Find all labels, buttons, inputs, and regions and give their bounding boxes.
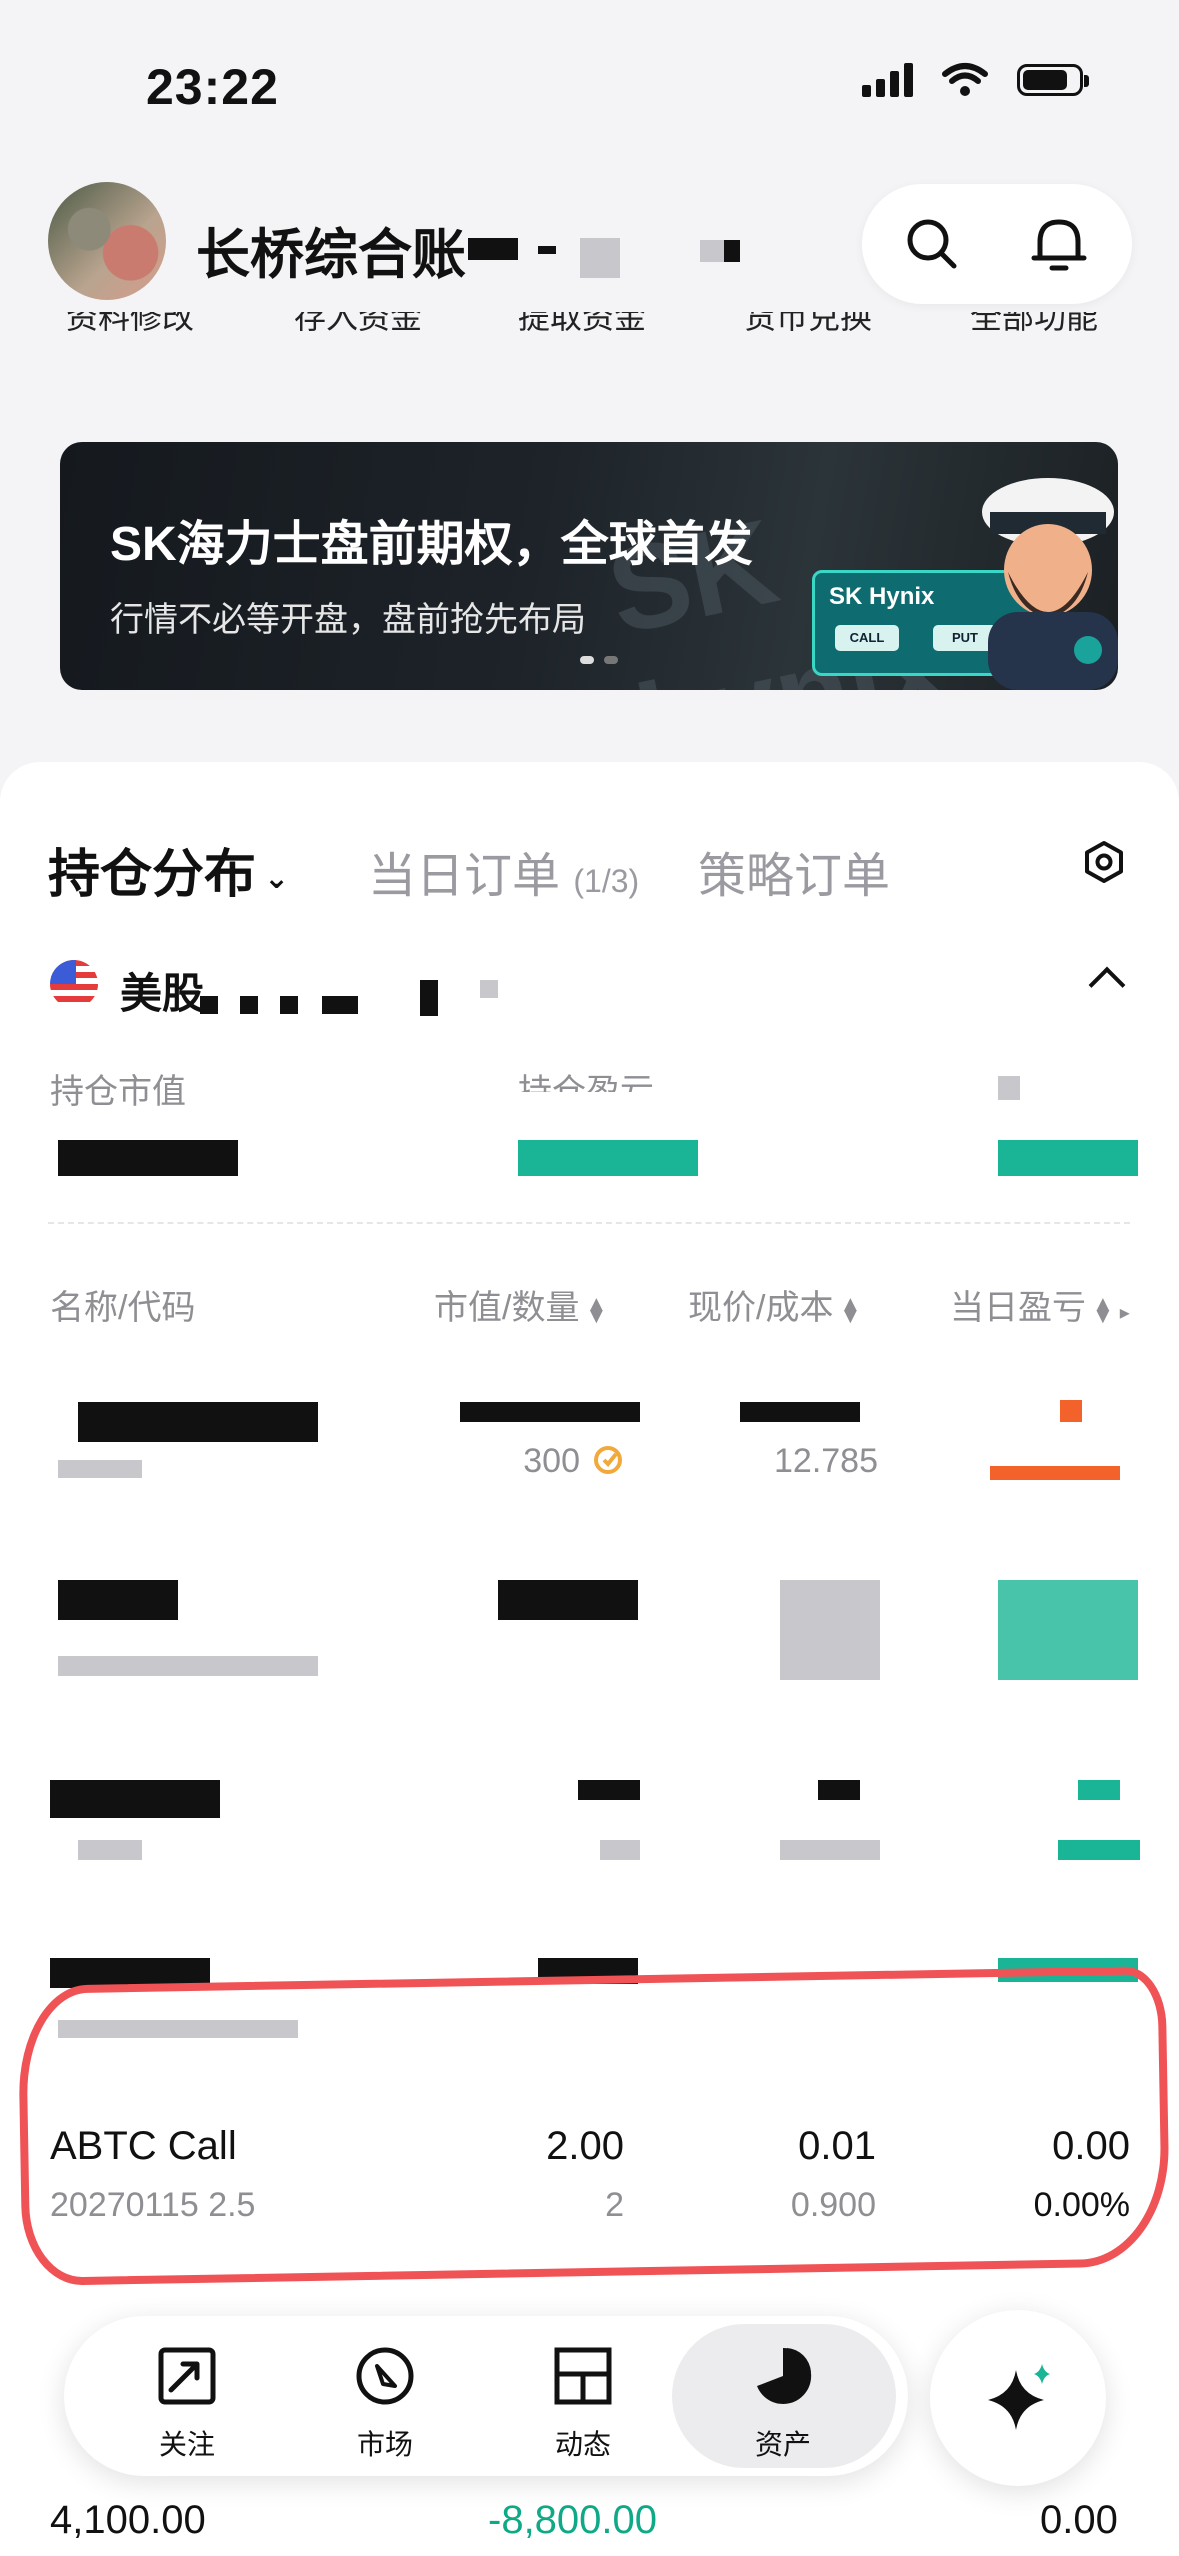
red-annotation-circle (17, 1966, 1171, 2286)
status-icons (862, 62, 1089, 98)
redacted-block (1058, 1840, 1140, 1860)
coin-badge-icon (594, 1446, 622, 1474)
redacted-block (58, 1580, 178, 1620)
sort-icon: ▲ ▼ (1092, 1291, 1114, 1329)
cellular-signal-icon (862, 63, 913, 97)
header-action-pill (862, 184, 1132, 304)
sort-icon: ▲ ▼ (839, 1291, 862, 1329)
redacted-block (58, 1140, 238, 1176)
wifi-icon (942, 63, 988, 96)
redacted-block (322, 996, 358, 1014)
market-label[interactable]: 美股 (120, 960, 204, 1021)
redacted-block (724, 240, 740, 262)
redacted-block (50, 1780, 220, 1818)
compass-icon (356, 2347, 414, 2405)
summary-pnl: -8,800.00 (488, 2498, 658, 2542)
redacted-block (240, 996, 258, 1014)
redacted-block (780, 1580, 880, 1680)
row-quantity: 300 (523, 1442, 580, 1480)
sparkle-icon (988, 2364, 1050, 2430)
redacted-block (538, 246, 556, 254)
col-price-cost[interactable]: 现价/成本 ▲ ▼ (688, 1280, 861, 1329)
redacted-block (78, 1840, 142, 1860)
redacted-block (1078, 1780, 1120, 1800)
redacted-block (468, 238, 518, 260)
trend-chart-icon (158, 2347, 216, 2405)
redacted-block (420, 980, 438, 1016)
shortcut-currency-exchange[interactable]: 货币兑换 (744, 312, 872, 346)
redacted-block (600, 1840, 640, 1860)
redacted-block (998, 1076, 1020, 1100)
nav-assets[interactable]: 资产 (708, 2346, 858, 2463)
nav-feed[interactable]: 动态 (508, 2346, 658, 2463)
redacted-block (818, 1780, 860, 1800)
shortcut-deposit[interactable]: 存入资金 (294, 312, 422, 346)
col-daily-pnl[interactable]: 当日盈亏 ▲ ▼ ▸ (950, 1280, 1130, 1329)
market-value-label: 持仓市值 (50, 1073, 186, 1111)
redacted-block (578, 1780, 640, 1800)
redacted-block (480, 980, 498, 998)
table-row[interactable] (0, 1760, 1179, 1870)
bell-icon[interactable] (1030, 214, 1088, 274)
status-time: 23:22 (146, 59, 279, 115)
summary-daily-pnl: 0.00 (1040, 2498, 1118, 2542)
redacted-block (998, 1580, 1138, 1680)
shortcut-all-features[interactable]: 全部功能 (970, 312, 1098, 346)
nav-watchlist[interactable]: 关注 (112, 2346, 262, 2463)
search-icon[interactable] (904, 216, 960, 272)
redacted-block (78, 1402, 318, 1442)
pnl-label: 持仓盈亏 (518, 1073, 654, 1092)
section-divider (48, 1222, 1130, 1224)
redacted-block (700, 240, 724, 262)
sort-icon: ▲ ▼ (585, 1291, 608, 1329)
shortcut-withdraw[interactable]: 提取资金 (518, 312, 646, 346)
user-avatar[interactable] (48, 182, 166, 300)
redacted-block (740, 1402, 860, 1422)
bottom-nav: 关注 市场 动态 资产 (64, 2316, 908, 2476)
banner-subtitle: 行情不必等开盘，盘前抢先布局 (110, 601, 586, 639)
shortcut-profile-edit[interactable]: 资料修改 (66, 312, 194, 346)
redacted-block (58, 1656, 318, 1676)
ai-assistant-button[interactable] (930, 2310, 1106, 2486)
row-cost: 12.785 (774, 1442, 878, 1480)
redacted-block (280, 996, 298, 1014)
chevron-down-icon: ⌄ (264, 861, 290, 895)
pie-chart-icon (757, 2347, 812, 2404)
mascot-illustration (982, 478, 1118, 690)
col-name-code: 名称/代码 (50, 1289, 196, 1327)
nav-market[interactable]: 市场 (310, 2346, 460, 2463)
battery-icon (1017, 64, 1089, 96)
redacted-block (460, 1402, 640, 1422)
tab-today-orders[interactable]: 当日订单 (1/3) (368, 836, 639, 906)
redacted-block (998, 1140, 1138, 1176)
redacted-block (58, 1460, 142, 1478)
redacted-block (200, 996, 218, 1014)
redacted-block (780, 1840, 880, 1860)
summary-market-value: 4,100.00 (50, 2498, 206, 2542)
settings-icon[interactable] (1082, 840, 1126, 884)
table-row[interactable]: 300 12.785 (0, 1380, 1179, 1500)
layout-grid-icon (554, 2347, 612, 2405)
scroll-right-icon: ▸ (1119, 1302, 1130, 1324)
tab-strategy-orders[interactable]: 策略订单 (698, 836, 890, 906)
promo-banner[interactable]: SK hynix SK海力士盘前期权，全球首发 行情不必等开盘，盘前抢先布局 S… (60, 442, 1118, 690)
redacted-block (518, 1140, 698, 1176)
tab-positions[interactable]: 持仓分布 ⌄ (48, 832, 289, 907)
redacted-block (990, 1466, 1120, 1480)
table-row[interactable] (0, 1560, 1179, 1690)
us-flag-icon (50, 960, 98, 1008)
account-name[interactable]: 长桥综合账 (196, 210, 466, 289)
redacted-block (498, 1580, 638, 1620)
redacted-block (1060, 1400, 1082, 1422)
banner-title: SK海力士盘前期权，全球首发 (110, 518, 753, 571)
redacted-block (580, 238, 620, 278)
banner-pagination (580, 656, 618, 664)
col-value-qty[interactable]: 市值/数量 ▲ ▼ (434, 1280, 607, 1329)
